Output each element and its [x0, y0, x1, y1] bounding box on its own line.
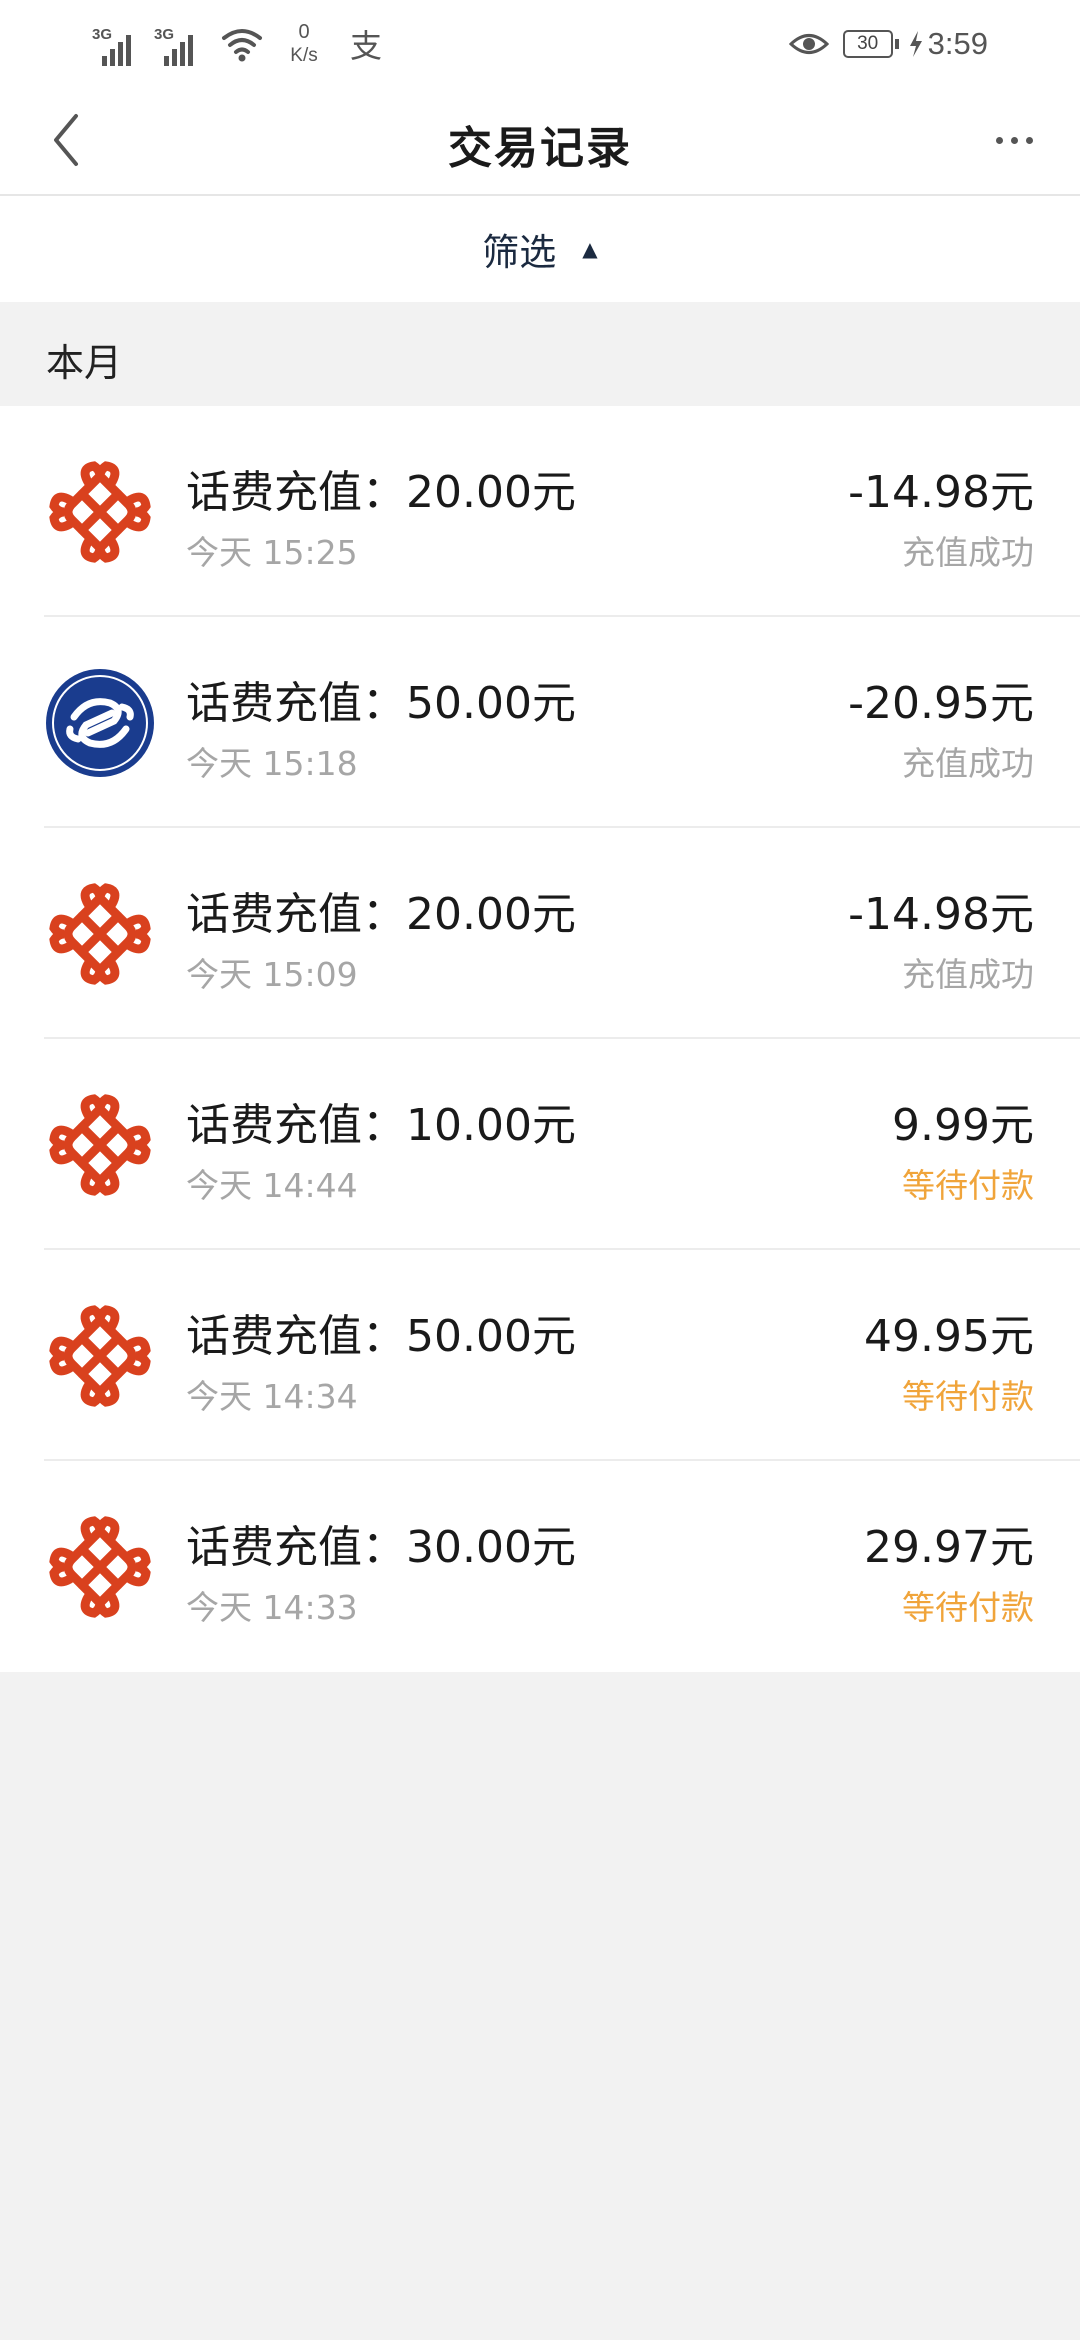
- transaction-title: 话费充值：50.00元: [186, 678, 576, 729]
- battery-icon: 30: [842, 30, 899, 58]
- net-speed: 0 K/s: [282, 20, 326, 68]
- transaction-amount: -20.95元: [848, 678, 1034, 729]
- net-speed-value: 0: [298, 21, 310, 43]
- transaction-status: 充值成功: [902, 744, 1034, 783]
- month-section-header: 本月: [0, 302, 1080, 406]
- status-time: 3:59: [927, 26, 988, 61]
- china-unicom-icon: [49, 1516, 151, 1618]
- transaction-title: 话费充值：20.00元: [186, 889, 576, 940]
- transaction-time: 今天 15:18: [186, 744, 358, 783]
- china-mobile-icon: [46, 669, 154, 777]
- status-left: 3G 3G 0 K/s 支: [92, 14, 382, 74]
- china-unicom-icon: [49, 1305, 151, 1407]
- transaction-row[interactable]: 话费充值：50.00元 今天 14:34 49.95元 等待付款: [0, 1250, 1080, 1461]
- filter-toggle[interactable]: 筛选 ▲: [0, 196, 1080, 302]
- charging-bolt-icon: [909, 31, 922, 57]
- transaction-amount: 29.97元: [864, 1522, 1034, 1573]
- transaction-amount: -14.98元: [848, 889, 1034, 940]
- transaction-title: 话费充值：10.00元: [186, 1100, 576, 1151]
- transaction-list: 话费充值：20.00元 今天 15:25 -14.98元 充值成功 话费充值：5…: [0, 406, 1080, 1672]
- transaction-status: 等待付款: [902, 1588, 1034, 1627]
- wifi-icon: [222, 29, 262, 62]
- transaction-amount: 9.99元: [892, 1100, 1034, 1151]
- status-right: 30 3:59: [788, 14, 988, 74]
- signal-icon: 3G: [92, 22, 144, 66]
- transaction-time: 今天 14:44: [186, 1166, 358, 1205]
- page-title: 交易记录: [448, 123, 632, 174]
- month-label: 本月: [46, 341, 123, 385]
- alipay-icon: 支: [350, 27, 383, 65]
- transaction-amount: 49.95元: [864, 1311, 1034, 1362]
- china-unicom-icon: [49, 883, 151, 985]
- filter-label: 筛选: [482, 231, 557, 274]
- eye-icon: [788, 34, 829, 54]
- transaction-time: 今天 14:33: [186, 1588, 358, 1627]
- transaction-title: 话费充值：50.00元: [186, 1311, 576, 1362]
- net-speed-unit: K/s: [290, 45, 318, 66]
- battery-level: 30: [842, 30, 893, 58]
- transaction-row[interactable]: 话费充值：30.00元 今天 14:33 29.97元 等待付款: [0, 1461, 1080, 1672]
- transaction-time: 今天 14:34: [186, 1377, 358, 1416]
- china-unicom-icon: [49, 1094, 151, 1196]
- china-unicom-icon: [49, 461, 151, 563]
- transaction-row[interactable]: 话费充值：50.00元 今天 15:18 -20.95元 充值成功: [0, 617, 1080, 828]
- more-dots-icon: [992, 136, 1037, 144]
- transaction-title: 话费充值：20.00元: [186, 467, 576, 518]
- transaction-status: 等待付款: [902, 1166, 1034, 1205]
- signal-icon: 3G: [154, 22, 206, 66]
- transaction-row[interactable]: 话费充值：20.00元 今天 15:25 -14.98元 充值成功: [0, 406, 1080, 617]
- transaction-time: 今天 15:09: [186, 955, 358, 994]
- transaction-status: 充值成功: [902, 533, 1034, 572]
- transaction-title: 话费充值：30.00元: [186, 1522, 576, 1573]
- transaction-status: 等待付款: [902, 1377, 1034, 1416]
- transaction-time: 今天 15:25: [186, 533, 358, 572]
- transaction-amount: -14.98元: [848, 467, 1034, 518]
- transaction-status: 充值成功: [902, 955, 1034, 994]
- transaction-row[interactable]: 话费充值：20.00元 今天 15:09 -14.98元 充值成功: [0, 828, 1080, 1039]
- more-button[interactable]: [984, 114, 1044, 166]
- status-bar: 3G 3G 0 K/s 支 30 3:59: [0, 0, 1080, 86]
- transaction-row[interactable]: 话费充值：10.00元 今天 14:44 9.99元 等待付款: [0, 1039, 1080, 1250]
- triangle-up-icon: ▲: [582, 237, 598, 261]
- app-header: 交易记录: [0, 86, 1080, 196]
